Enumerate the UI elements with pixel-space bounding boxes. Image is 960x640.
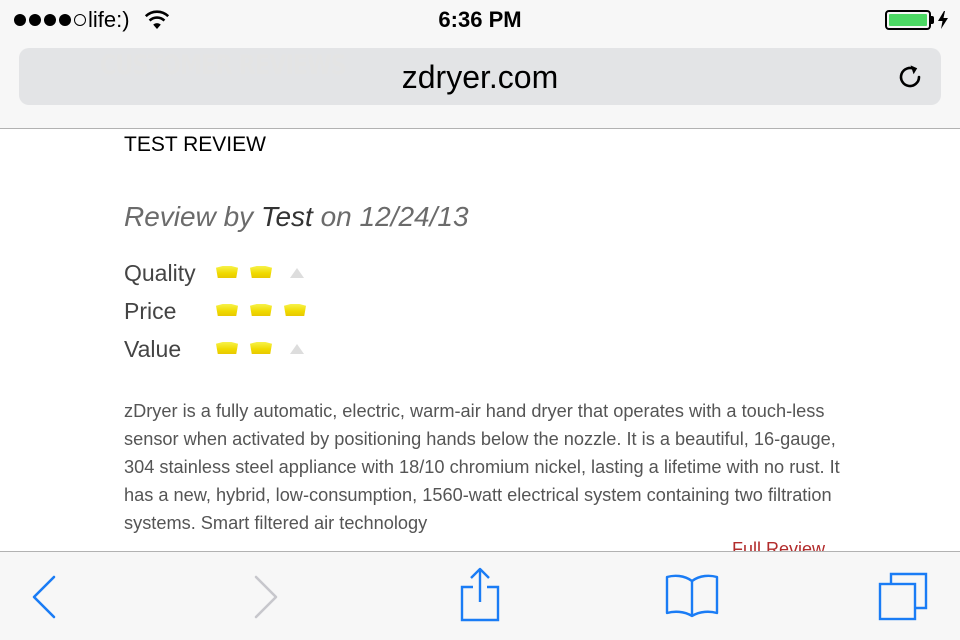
forward-icon[interactable] <box>252 574 280 620</box>
back-icon[interactable] <box>30 574 58 620</box>
star-filled-icon <box>250 304 272 316</box>
status-bar: life:) 6:36 PM <box>0 0 960 40</box>
reload-icon[interactable] <box>895 62 925 92</box>
star-rating <box>216 304 306 316</box>
star-filled-icon <box>250 266 272 278</box>
status-time: 6:36 PM <box>438 7 522 32</box>
battery-nub <box>931 16 934 24</box>
star-rating <box>216 266 304 278</box>
bookmarks-icon[interactable] <box>664 572 720 618</box>
charging-bolt-icon <box>938 11 948 29</box>
review-prefix: Review by <box>124 201 261 232</box>
rating-label: Price <box>124 298 177 324</box>
browser-toolbar <box>0 551 960 640</box>
battery-level <box>889 14 927 26</box>
review-text: zDryer is a fully automatic, electric, w… <box>124 401 840 533</box>
full-review-link[interactable]: Full Review <box>732 539 825 551</box>
star-filled-icon <box>216 304 238 316</box>
review-heading: Review by Test on 12/24/13 <box>124 201 469 233</box>
star-empty-icon <box>290 344 304 354</box>
rating-label: Quality <box>124 260 196 286</box>
share-icon[interactable] <box>458 566 502 624</box>
page-heading-behind-bar: CUSTOMER REVIEWS <box>100 50 347 81</box>
tabs-icon[interactable] <box>876 570 930 622</box>
page-content: TEST REVIEW Review by Test on 12/24/13 Q… <box>0 130 960 551</box>
star-rating <box>216 342 304 354</box>
star-filled-icon <box>250 342 272 354</box>
address-bar: zdryer.com CUSTOMER REVIEWS <box>0 40 960 129</box>
review-date: on 12/24/13 <box>312 201 469 232</box>
star-filled-icon <box>216 266 238 278</box>
rating-label: Value <box>124 336 182 362</box>
star-filled-icon <box>216 342 238 354</box>
section-title: TEST REVIEW <box>124 133 266 156</box>
star-filled-icon <box>284 304 306 316</box>
review-author: Test <box>260 201 313 232</box>
battery-icon <box>885 10 931 30</box>
star-empty-icon <box>290 268 304 278</box>
